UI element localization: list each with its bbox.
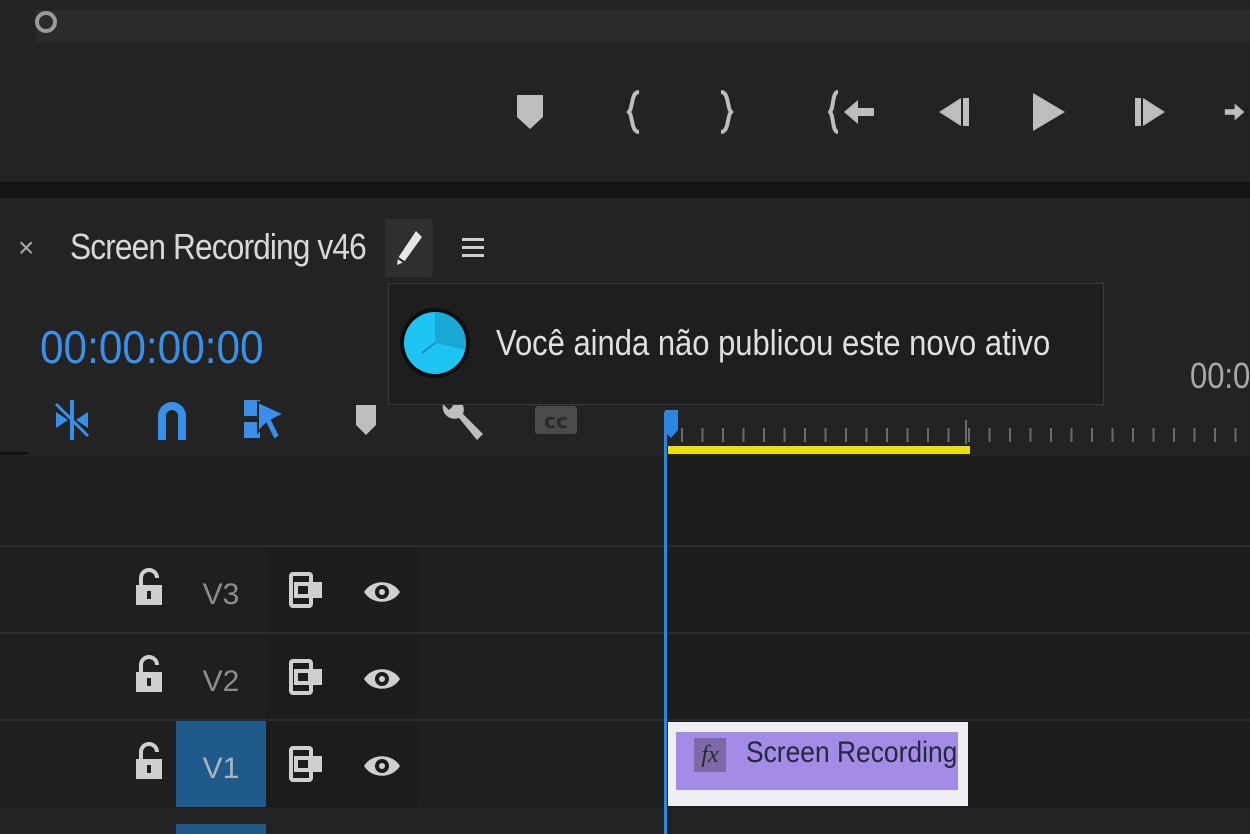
linked-selection-toggle[interactable] — [240, 394, 288, 446]
mark-in-button[interactable] — [610, 86, 660, 138]
track-row-v1: V1 — [0, 721, 1250, 807]
play-button[interactable] — [1024, 86, 1074, 138]
insert-snap-icon — [54, 400, 90, 440]
add-marker-button[interactable] — [505, 86, 555, 138]
panel-divider[interactable] — [0, 182, 1250, 198]
captions-icon: cc — [535, 406, 577, 434]
pencil-icon — [397, 231, 422, 265]
step-back-button[interactable] — [928, 86, 978, 138]
step-back-icon — [939, 98, 969, 126]
fx-badge[interactable]: fx — [694, 738, 726, 772]
eye-icon[interactable] — [362, 575, 402, 609]
playhead-handle[interactable] — [664, 408, 682, 440]
go-to-out-icon — [1224, 103, 1245, 121]
monitor-scrub-bar[interactable] — [36, 10, 1250, 42]
track-label-v2[interactable]: V2 — [176, 634, 266, 720]
monitor-playhead-handle[interactable] — [35, 11, 57, 33]
marker-icon — [517, 95, 543, 129]
header-divider — [0, 452, 28, 455]
asset-status-icon — [400, 308, 470, 378]
playhead-timecode[interactable]: 00:00:00:00 — [40, 320, 264, 374]
edit-sequence-button[interactable] — [385, 219, 433, 277]
mark-out-button[interactable] — [700, 86, 750, 138]
mark-in-icon — [626, 90, 640, 134]
panel-menu-button[interactable] — [455, 230, 491, 266]
lock-icon[interactable] — [132, 654, 166, 694]
sequence-tab-title[interactable]: Screen Recording v46 — [70, 226, 367, 268]
linked-selection-icon — [244, 400, 287, 442]
track-row-v2: V2 — [0, 634, 1250, 720]
sync-lock-icon[interactable] — [288, 745, 326, 783]
tooltip-message: Você ainda não publicou este novo ativo — [496, 322, 1051, 363]
track-label-partial — [176, 824, 266, 834]
close-sequence-tab-button[interactable]: × — [18, 232, 34, 264]
mark-out-icon — [720, 90, 734, 134]
track-label-v1[interactable]: V1 — [176, 721, 266, 807]
sync-lock-icon[interactable] — [288, 571, 326, 609]
sync-lock-icon[interactable] — [288, 658, 326, 696]
snap-toggle[interactable] — [148, 394, 196, 446]
insert-nest-toggle[interactable] — [48, 394, 96, 446]
go-to-in-button[interactable] — [828, 86, 878, 138]
clip-name: Screen Recording — [746, 736, 958, 769]
track-label-v3[interactable]: V3 — [176, 547, 266, 633]
eye-icon[interactable] — [362, 662, 402, 696]
go-to-out-button[interactable] — [1222, 86, 1250, 138]
track-row-v3: V3 — [0, 547, 1250, 633]
lock-icon[interactable] — [132, 567, 166, 607]
eye-icon[interactable] — [362, 749, 402, 783]
ruler-time-label: 00:0 — [1190, 355, 1250, 396]
add-marker-tool[interactable] — [342, 394, 390, 446]
step-forward-button[interactable] — [1126, 86, 1176, 138]
lock-icon[interactable] — [132, 741, 166, 781]
add-marker-icon — [356, 405, 376, 435]
go-to-in-icon — [828, 90, 874, 134]
svg-text:cc: cc — [544, 409, 568, 433]
play-icon — [1033, 93, 1065, 131]
snap-magnet-icon — [158, 402, 186, 440]
hamburger-menu-icon — [462, 238, 484, 257]
work-area-bar[interactable] — [668, 446, 970, 454]
step-forward-icon — [1135, 98, 1165, 126]
timeline-playhead-line[interactable] — [664, 412, 667, 834]
